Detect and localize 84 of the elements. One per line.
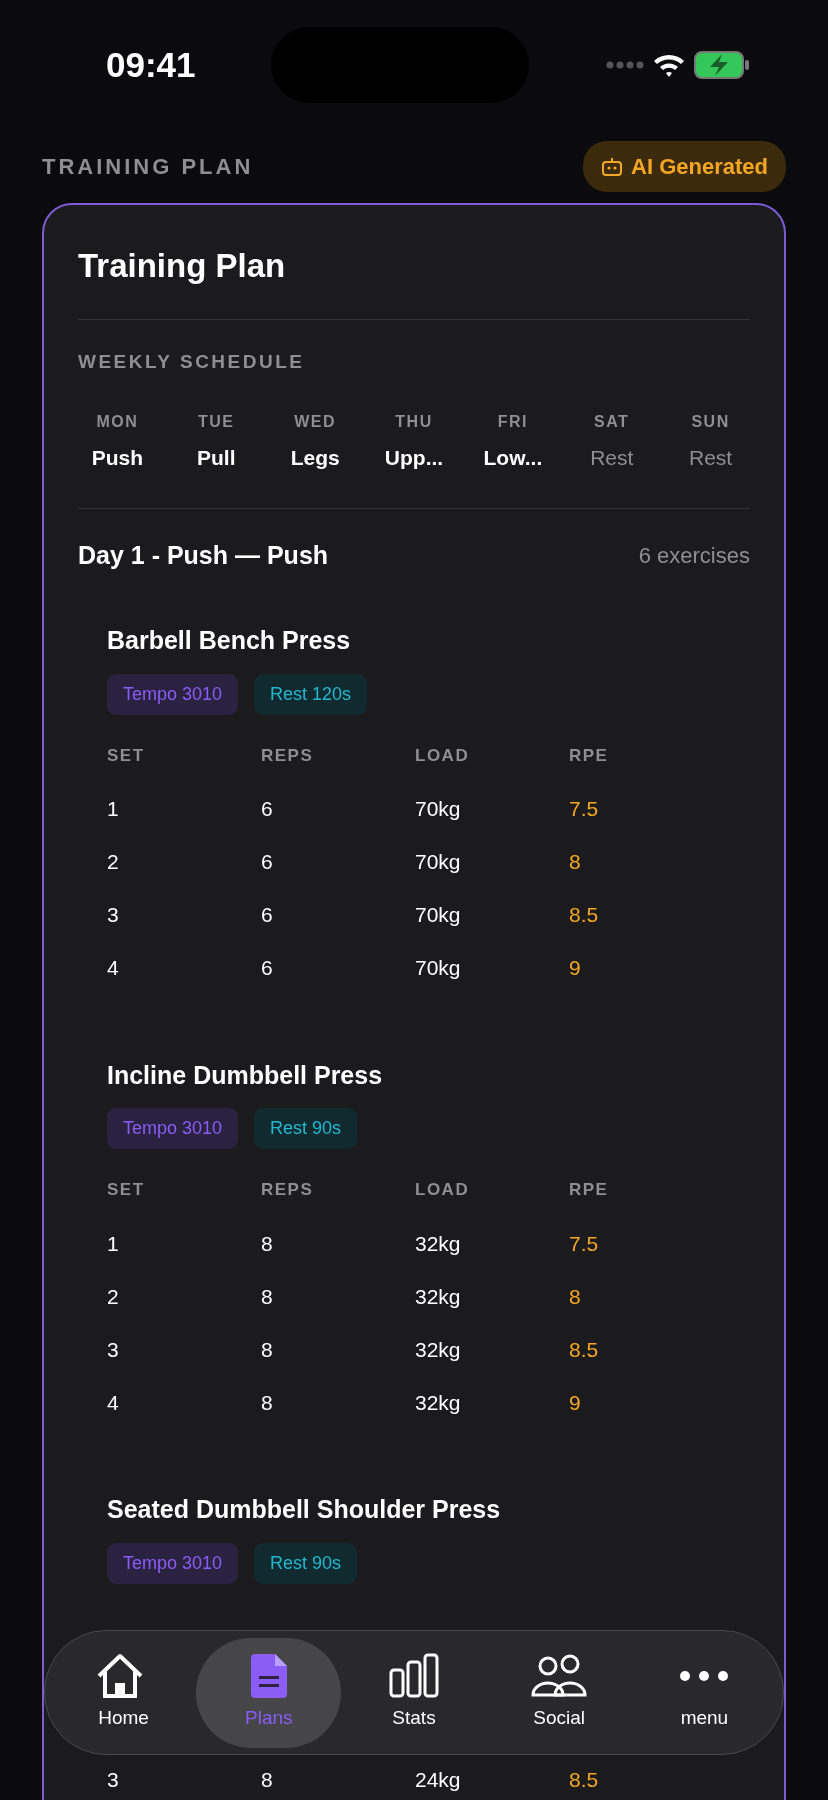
rest-tag: Rest 90s <box>254 1108 358 1149</box>
exercise-name: Incline Dumbbell Press <box>107 1059 384 1091</box>
tab-bar-item[interactable]: Home <box>51 1637 197 1748</box>
table-cell-text: 2 <box>107 1283 120 1310</box>
bar-chart-icon <box>388 1652 440 1701</box>
table-cell-text: 8 <box>261 1767 274 1794</box>
table-cell-text: 6 <box>261 796 274 823</box>
table-cell-text: 8.5 <box>569 902 600 929</box>
table-cell-text: 3 <box>107 1336 120 1363</box>
signal-icon <box>606 61 644 69</box>
table-cell-text: 1 <box>107 796 120 823</box>
exercise-name: Seated Dumbbell Shoulder Press <box>107 1494 502 1525</box>
day-label: WED <box>294 412 337 432</box>
table-cell-text: 8.5 <box>569 1336 600 1363</box>
day-workout: Low... <box>483 445 543 471</box>
table-cell-text: 1 <box>107 1230 120 1257</box>
table-cell-text: 32kg <box>415 1389 462 1416</box>
day-workout: Push <box>91 445 144 471</box>
table-cell-text: 8 <box>569 849 582 876</box>
rest-tag: Rest 120s <box>254 673 368 715</box>
table-cell-text: 3 <box>107 902 120 929</box>
tab-bar-item[interactable]: Social <box>486 1637 632 1748</box>
column-header: REPS <box>261 1179 315 1201</box>
table-cell-text: 6 <box>261 849 274 876</box>
battery-icon <box>694 51 750 79</box>
table-cell-text: 32kg <box>415 1230 462 1257</box>
table-cell-text: 32kg <box>415 1283 462 1310</box>
day-title: Day 1 - Push — Push <box>78 539 329 571</box>
day-workout: Legs <box>290 445 340 471</box>
table-cell-text: 8 <box>261 1336 274 1363</box>
column-header: LOAD <box>415 1179 471 1201</box>
table-cell-text: 6 <box>261 902 274 929</box>
ai-generated-badge: AI Generated <box>583 141 786 192</box>
column-header: LOAD <box>415 744 471 767</box>
section-title: TRAINING PLAN <box>42 153 254 181</box>
table-cell-text: 70kg <box>415 902 462 929</box>
table-cell-text: 24kg <box>415 1767 462 1794</box>
day-workout: Pull <box>197 445 236 471</box>
column-header: SET <box>107 1179 146 1201</box>
table-cell-text: 8 <box>261 1283 274 1310</box>
table-cell-text: 9 <box>569 955 582 982</box>
day-workout: Upp... <box>384 445 444 471</box>
more-icon <box>680 1671 729 1682</box>
table-cell-text: 4 <box>107 1389 120 1416</box>
rest-tag: Rest 90s <box>254 1542 358 1584</box>
card-title: Training Plan <box>78 246 287 286</box>
day-workout: Rest <box>689 445 733 471</box>
column-header: RPE <box>569 744 610 767</box>
day-label: SUN <box>691 412 730 432</box>
table-cell-text: 3 <box>107 1767 120 1794</box>
table-cell-text: 8 <box>261 1389 274 1416</box>
exercise-name: Barbell Bench Press <box>107 625 352 656</box>
table-cell-text: 70kg <box>415 849 462 876</box>
tab-bar-item[interactable]: Stats <box>341 1637 487 1748</box>
table-cell-text: 32kg <box>415 1336 462 1363</box>
wifi-icon <box>652 52 686 78</box>
day-label: MON <box>96 412 139 432</box>
tab-bar-item[interactable]: menu <box>631 1637 777 1748</box>
table-cell-text: 8 <box>569 1283 582 1310</box>
table-cell-text: 6 <box>261 955 274 982</box>
column-header: SET <box>107 744 146 767</box>
clock-time: 09:41 <box>106 43 196 86</box>
column-header: REPS <box>261 744 315 767</box>
table-cell-text: 70kg <box>415 796 462 823</box>
day-workout: Rest <box>590 445 634 471</box>
day-label: THU <box>395 412 433 432</box>
day-label: FRI <box>497 412 528 432</box>
tempo-tag: Tempo 3010 <box>107 673 239 715</box>
column-header: RPE <box>569 1179 610 1201</box>
table-cell-text: 8.5 <box>569 1767 600 1794</box>
tempo-tag: Tempo 3010 <box>107 1542 239 1584</box>
exercise-count: 6 exercises <box>638 541 750 570</box>
robot-icon <box>601 156 624 177</box>
tempo-tag: Tempo 3010 <box>107 1108 239 1149</box>
day-label: TUE <box>198 412 235 432</box>
table-cell-text: 7.5 <box>569 1230 600 1257</box>
day-label: SAT <box>594 412 630 432</box>
schedule-label: WEEKLY SCHEDULE <box>78 349 306 374</box>
table-cell-text: 8 <box>261 1230 274 1257</box>
table-cell-text: 9 <box>569 1389 582 1416</box>
table-cell-text: 4 <box>107 955 120 982</box>
table-cell-text: 7.5 <box>569 796 600 823</box>
table-cell-text: 2 <box>107 849 120 876</box>
table-cell-text: 70kg <box>415 955 462 982</box>
